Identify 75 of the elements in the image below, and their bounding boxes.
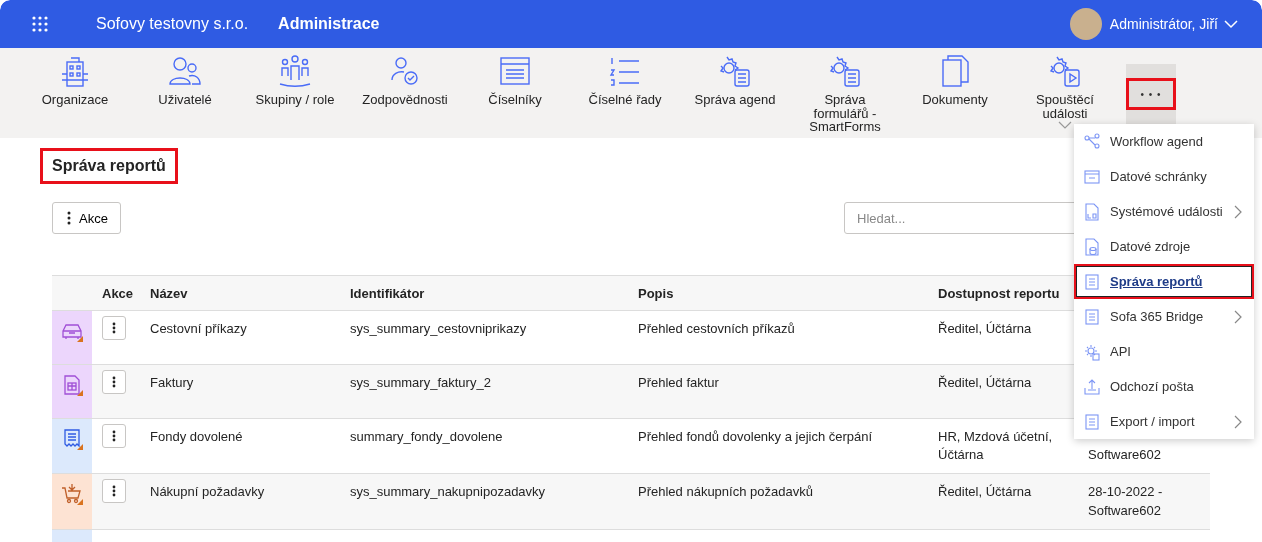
report-name: Fondy dovolené: [150, 429, 243, 444]
menu-item[interactable]: Datové schránky: [1074, 159, 1254, 194]
window-icon: [497, 54, 533, 88]
toolbar-item[interactable]: Zodpovědnosti: [350, 48, 460, 138]
report-name: Faktury: [150, 375, 194, 390]
toolbar-item[interactable]: Číselné řady: [570, 48, 680, 138]
report-name: Cestovní příkazy: [150, 321, 247, 336]
log-file-icon: [1084, 202, 1100, 221]
avatar: [1069, 8, 1102, 40]
inbox-icon: [1084, 167, 1100, 186]
chevron-right-icon: [1234, 204, 1242, 219]
toolbar-item[interactable]: Dokumenty: [900, 48, 1010, 138]
report-identifier: summary_fondy_dovolene: [350, 429, 503, 444]
app-grid-icon[interactable]: [32, 16, 48, 32]
users-icon: [167, 54, 203, 88]
report-identifier: sys_summary_faktury_2: [350, 375, 491, 390]
kebab-icon: [112, 485, 116, 498]
column-header: Identifikátor: [350, 285, 425, 301]
workflow-icon: [1084, 132, 1100, 151]
gear-form-icon: [827, 54, 863, 88]
column-header: Popis: [638, 285, 674, 301]
cart-icon: [60, 482, 84, 507]
kebab-icon: [112, 430, 116, 442]
list-icon: [1084, 272, 1100, 291]
toolbar-item[interactable]: Uživatelé: [130, 48, 240, 138]
toolbar-item[interactable]: Správa formulářů - SmartForms: [790, 48, 900, 138]
report-description: Přehled nákupních požadavků: [638, 484, 813, 500]
report-availability: HR, Mzdová účetní, Účtárna: [938, 429, 1053, 463]
menu-item[interactable]: API: [1074, 334, 1254, 369]
report-availability: Ředitel, Účtárna: [938, 321, 1032, 336]
company-name: Sofovy testovny s.r.o.: [96, 15, 249, 33]
user-menu[interactable]: Administrátor, Jiří: [1109, 16, 1238, 32]
actions-button[interactable]: Akce: [52, 202, 121, 234]
table-cell: 28-10-2022 - Software602: [1088, 484, 1163, 518]
column-header: Dostupnost reportu: [938, 285, 1060, 301]
report-identifier: sys_summary_nakupnipozadavky: [350, 484, 546, 500]
kebab-icon: [112, 376, 116, 388]
toolbar-item[interactable]: Správa agend: [680, 48, 790, 138]
list-icon: [1084, 412, 1100, 431]
report-description: Přehled cestovních příkazů: [638, 321, 795, 336]
column-header: Název: [150, 285, 188, 301]
row-actions-button[interactable]: [102, 316, 126, 340]
report-description: Přehled faktur: [638, 375, 719, 390]
report-description: Přehled fondů dovolenky a jejich čerpání: [638, 429, 873, 444]
chevron-right-icon: [1234, 309, 1242, 324]
chevron-right-icon: [1234, 414, 1242, 429]
table-cell: Software602: [1088, 447, 1161, 463]
report-name: Nákupní požadavky: [150, 484, 265, 500]
row-actions-button[interactable]: [102, 479, 126, 504]
menu-item[interactable]: Odchozí pošta: [1074, 369, 1254, 404]
toolbar-item[interactable]: Číselníky: [460, 48, 570, 138]
menu-item[interactable]: Export / import: [1074, 404, 1254, 439]
report-availability: Ředitel, Účtárna: [938, 375, 1032, 390]
chevron-down-icon: [1224, 19, 1238, 29]
gear-play-icon: [1047, 54, 1083, 88]
kebab-icon: [112, 322, 116, 334]
page-title: Správa reportů: [40, 148, 178, 184]
more-button[interactable]: • • •: [1126, 78, 1176, 110]
section-title: Administrace: [278, 15, 380, 33]
toolbar-item[interactable]: Skupiny / role: [240, 48, 350, 138]
row-actions-button[interactable]: [102, 424, 126, 448]
upload-tray-icon: [1084, 377, 1100, 396]
list-icon: [1084, 307, 1100, 326]
kebab-icon: [67, 211, 71, 225]
report-availability: Ředitel, Účtárna: [938, 484, 1032, 500]
gear-clipboard-icon: [717, 54, 753, 88]
menu-item[interactable]: Správa reportů: [1074, 264, 1254, 299]
toolbar-item[interactable]: Organizace: [20, 48, 130, 138]
gear-icon: [1084, 342, 1100, 361]
report-identifier: sys_summary_cestovniprikazy: [350, 321, 527, 336]
database-icon: [1084, 237, 1100, 256]
group-icon: [277, 54, 313, 88]
menu-item[interactable]: Sofa 365 Bridge: [1074, 299, 1254, 334]
row-actions-button[interactable]: [102, 370, 126, 394]
column-header: Akce: [102, 285, 134, 301]
